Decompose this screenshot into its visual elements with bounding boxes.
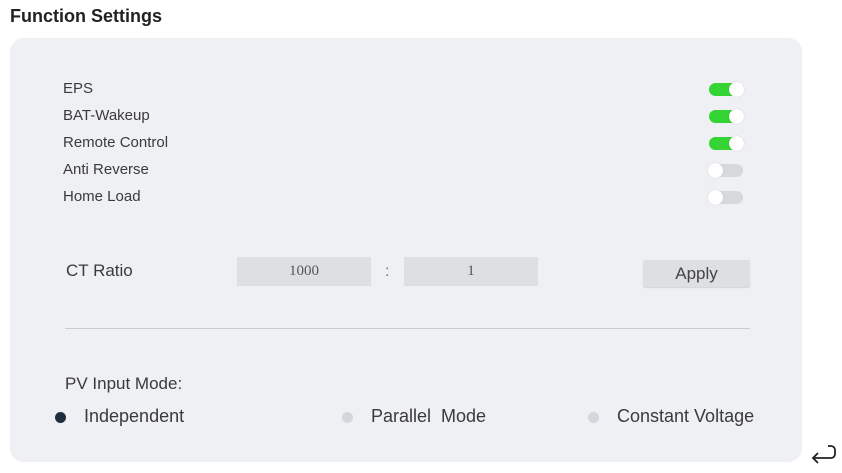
switch-knob [708, 163, 723, 178]
home-load-switch[interactable] [708, 190, 743, 205]
switch-knob [729, 136, 744, 151]
ct-ratio-primary-input[interactable] [237, 257, 371, 286]
toggle-label-anti-reverse: Anti Reverse [63, 161, 149, 178]
eps-switch[interactable] [709, 82, 744, 97]
pv-input-mode-label: PV Input Mode: [65, 374, 183, 393]
toggle-label-bat-wakeup: BAT-Wakeup [63, 107, 150, 124]
toggle-row-home-load: Home Load [63, 186, 763, 208]
radio-label-independent: Independent [84, 406, 185, 426]
radio-label-constant-voltage: Constant Voltage [617, 406, 755, 426]
anti-reverse-switch[interactable] [708, 163, 743, 178]
toggle-label-remote-control: Remote Control [63, 134, 169, 151]
bat-wakeup-switch[interactable] [709, 109, 744, 124]
remote-control-switch[interactable] [709, 136, 744, 151]
switch-knob [729, 82, 744, 97]
radio-label-parallel-mode: Parallel Mode [371, 406, 487, 426]
radio-dot [55, 412, 66, 423]
switch-knob [729, 109, 744, 124]
radio-independent[interactable]: Independent [55, 406, 245, 430]
radio-constant-voltage[interactable]: Constant Voltage [588, 406, 798, 430]
page-title: Function Settings [10, 6, 162, 26]
radio-dot [588, 412, 599, 423]
radio-dot [342, 412, 353, 423]
toggle-label-home-load: Home Load [63, 188, 141, 205]
ct-ratio-secondary-input[interactable] [404, 257, 538, 286]
switch-knob [708, 190, 723, 205]
ct-ratio-label: CT Ratio [66, 261, 133, 280]
toggle-row-anti-reverse: Anti Reverse [63, 159, 763, 181]
ct-ratio-separator: : [385, 263, 390, 280]
function-settings-panel: EPS BAT-Wakeup Remote Control Anti Rever… [10, 38, 802, 462]
toggle-row-bat-wakeup: BAT-Wakeup [63, 105, 763, 127]
toggle-row-eps: EPS [63, 78, 763, 100]
toggle-row-remote-control: Remote Control [63, 132, 763, 154]
apply-button[interactable]: Apply [643, 260, 750, 287]
return-arrow-icon[interactable] [810, 444, 836, 466]
radio-parallel-mode[interactable]: Parallel Mode [342, 406, 522, 430]
section-divider [65, 328, 750, 329]
toggle-label-eps: EPS [63, 80, 94, 97]
